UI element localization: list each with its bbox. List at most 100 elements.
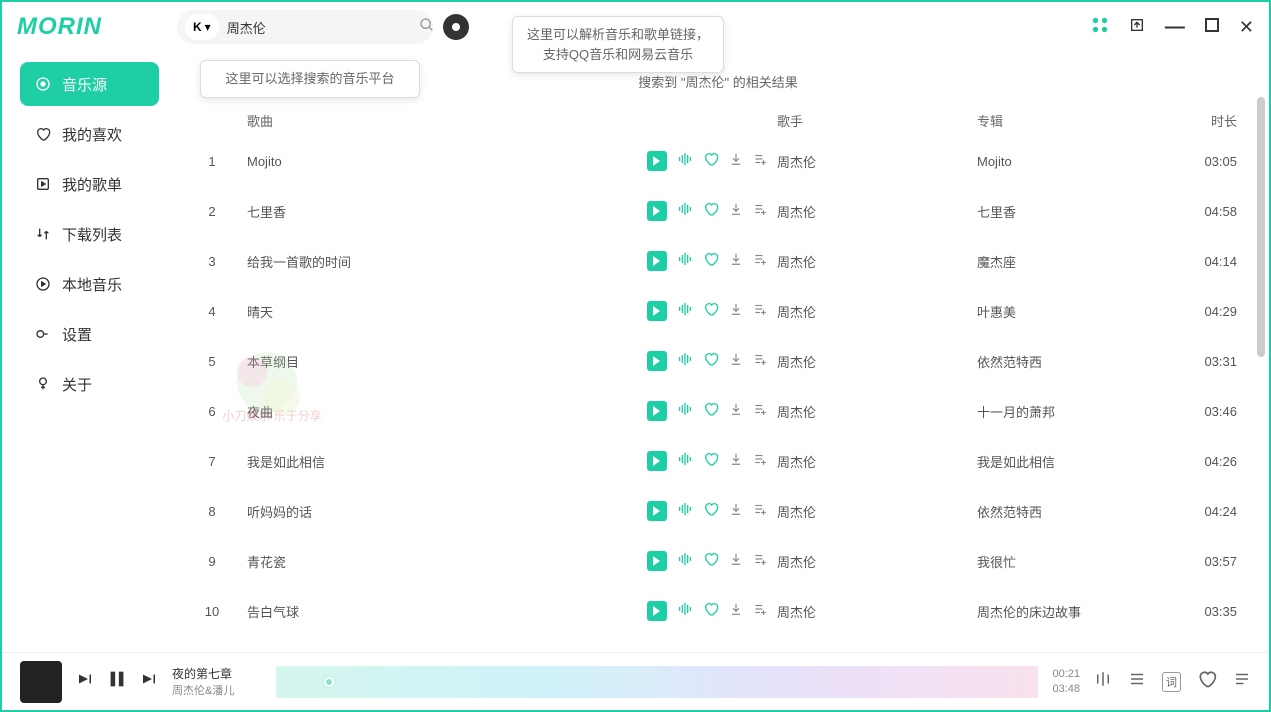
play-icon[interactable] xyxy=(647,251,667,271)
nav-icon xyxy=(34,226,52,242)
platform-selector[interactable]: K ▾ xyxy=(185,14,219,40)
table-row[interactable]: 6夜曲周杰伦十一月的萧邦03:46 xyxy=(187,386,1249,436)
album-art[interactable] xyxy=(20,661,62,703)
table-row[interactable]: 10告白气球周杰伦周杰伦的床边故事03:35 xyxy=(187,586,1249,636)
play-icon[interactable] xyxy=(647,201,667,221)
waveform-icon[interactable] xyxy=(677,251,693,271)
song-album: 依然范特西 xyxy=(977,352,1187,371)
parse-link-button[interactable] xyxy=(443,14,469,40)
play-icon[interactable] xyxy=(647,151,667,171)
waveform-progress[interactable] xyxy=(276,666,1038,698)
song-album: 魔杰座 xyxy=(977,252,1187,271)
col-artist: 歌手 xyxy=(777,111,977,130)
sidebar-item-1[interactable]: 我的喜欢 xyxy=(20,112,159,156)
playlist-icon[interactable] xyxy=(1128,670,1146,693)
heart-icon[interactable] xyxy=(703,551,719,571)
waveform-icon[interactable] xyxy=(677,451,693,471)
heart-icon[interactable] xyxy=(703,451,719,471)
download-icon[interactable] xyxy=(729,552,743,570)
play-icon[interactable] xyxy=(647,501,667,521)
search-input[interactable] xyxy=(219,20,411,35)
apps-icon[interactable] xyxy=(1091,16,1109,39)
close-button[interactable]: ✕ xyxy=(1239,17,1254,38)
sidebar-item-label: 下载列表 xyxy=(62,224,122,245)
add-to-list-icon[interactable] xyxy=(753,352,767,370)
heart-icon[interactable] xyxy=(703,351,719,371)
table-row[interactable]: 3给我一首歌的时间周杰伦魔杰座04:14 xyxy=(187,236,1249,286)
heart-icon[interactable] xyxy=(703,151,719,171)
add-to-list-icon[interactable] xyxy=(753,402,767,420)
queue-icon[interactable] xyxy=(1233,670,1251,693)
download-icon[interactable] xyxy=(729,602,743,620)
table-row[interactable]: 5本草纲目周杰伦依然范特西03:31 xyxy=(187,336,1249,386)
download-icon[interactable] xyxy=(729,502,743,520)
next-button[interactable] xyxy=(140,670,158,693)
heart-icon[interactable] xyxy=(703,501,719,521)
minimize-button[interactable]: — xyxy=(1165,16,1185,39)
sidebar-item-3[interactable]: 下载列表 xyxy=(20,212,159,256)
waveform-icon[interactable] xyxy=(677,201,693,221)
download-icon[interactable] xyxy=(729,252,743,270)
sidebar-item-0[interactable]: 音乐源 xyxy=(20,62,159,106)
table-row[interactable]: 8听妈妈的话周杰伦依然范特西04:24 xyxy=(187,486,1249,536)
waveform-icon[interactable] xyxy=(677,601,693,621)
table-row[interactable]: 9青花瓷周杰伦我很忙03:57 xyxy=(187,536,1249,586)
waveform-icon[interactable] xyxy=(677,301,693,321)
col-duration: 时长 xyxy=(1187,111,1237,130)
progress-cursor[interactable] xyxy=(324,677,334,687)
play-icon[interactable] xyxy=(647,351,667,371)
add-to-list-icon[interactable] xyxy=(753,252,767,270)
heart-icon[interactable] xyxy=(703,401,719,421)
waveform-icon[interactable] xyxy=(677,401,693,421)
prev-button[interactable] xyxy=(76,670,94,693)
song-duration: 04:26 xyxy=(1187,454,1237,469)
download-icon[interactable] xyxy=(729,302,743,320)
play-icon[interactable] xyxy=(647,451,667,471)
row-index: 7 xyxy=(187,454,237,469)
sidebar-item-5[interactable]: 设置 xyxy=(20,312,159,356)
add-to-list-icon[interactable] xyxy=(753,152,767,170)
heart-icon[interactable] xyxy=(703,301,719,321)
table-row[interactable]: 7我是如此相信周杰伦我是如此相信04:26 xyxy=(187,436,1249,486)
play-icon[interactable] xyxy=(647,301,667,321)
table-row[interactable]: 2七里香周杰伦七里香04:58 xyxy=(187,186,1249,236)
scrollbar[interactable] xyxy=(1257,97,1265,627)
waveform-icon[interactable] xyxy=(677,501,693,521)
sidebar-item-2[interactable]: 我的歌单 xyxy=(20,162,159,206)
waveform-icon[interactable] xyxy=(677,151,693,171)
search-icon[interactable] xyxy=(411,17,443,38)
song-title: 告白气球 xyxy=(237,602,647,621)
pin-icon[interactable] xyxy=(1129,17,1145,38)
download-icon[interactable] xyxy=(729,402,743,420)
pause-button[interactable] xyxy=(106,668,128,695)
play-icon[interactable] xyxy=(647,401,667,421)
waveform-icon[interactable] xyxy=(677,551,693,571)
add-to-list-icon[interactable] xyxy=(753,202,767,220)
heart-icon[interactable] xyxy=(703,601,719,621)
favorite-icon[interactable] xyxy=(1197,669,1217,694)
download-icon[interactable] xyxy=(729,202,743,220)
download-icon[interactable] xyxy=(729,352,743,370)
equalizer-icon[interactable] xyxy=(1094,670,1112,693)
song-artist: 周杰伦 xyxy=(777,252,977,271)
maximize-button[interactable] xyxy=(1205,18,1219,37)
table-row[interactable]: 1Mojito周杰伦Mojito03:05 xyxy=(187,136,1249,186)
sidebar: 音乐源我的喜欢我的歌单下载列表本地音乐设置关于 xyxy=(2,52,177,422)
song-duration: 03:35 xyxy=(1187,604,1237,619)
download-icon[interactable] xyxy=(729,452,743,470)
add-to-list-icon[interactable] xyxy=(753,602,767,620)
lyrics-button[interactable]: 词 xyxy=(1162,672,1181,692)
add-to-list-icon[interactable] xyxy=(753,302,767,320)
heart-icon[interactable] xyxy=(703,201,719,221)
sidebar-item-6[interactable]: 关于 xyxy=(20,362,159,406)
download-icon[interactable] xyxy=(729,152,743,170)
add-to-list-icon[interactable] xyxy=(753,502,767,520)
table-row[interactable]: 4晴天周杰伦叶惠美04:29 xyxy=(187,286,1249,336)
waveform-icon[interactable] xyxy=(677,351,693,371)
sidebar-item-4[interactable]: 本地音乐 xyxy=(20,262,159,306)
play-icon[interactable] xyxy=(647,601,667,621)
play-icon[interactable] xyxy=(647,551,667,571)
add-to-list-icon[interactable] xyxy=(753,552,767,570)
add-to-list-icon[interactable] xyxy=(753,452,767,470)
heart-icon[interactable] xyxy=(703,251,719,271)
